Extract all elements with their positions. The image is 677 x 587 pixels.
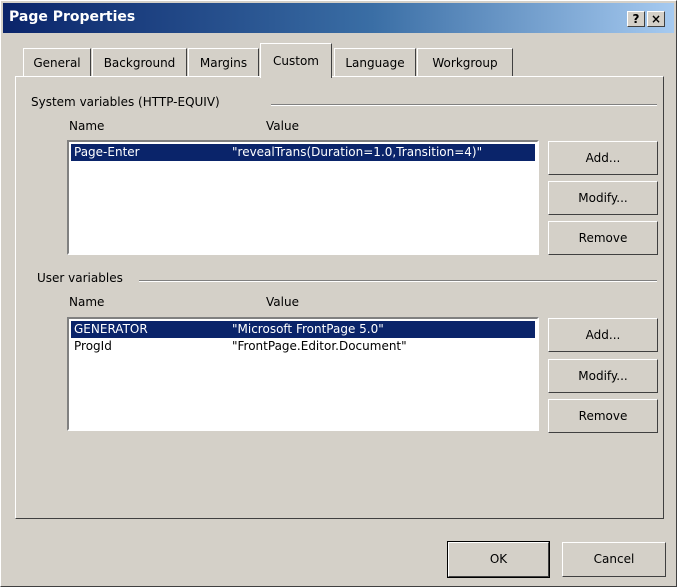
tab-background[interactable]: Background [92, 48, 187, 76]
list-item[interactable]: ProgId "FrontPage.Editor.Document" [71, 338, 535, 355]
system-add-button[interactable]: Add... [548, 141, 658, 175]
system-modify-button[interactable]: Modify... [548, 181, 658, 215]
user-var-value: "Microsoft FrontPage 5.0" [232, 322, 384, 336]
user-modify-button[interactable]: Modify... [548, 359, 658, 393]
separator-user [139, 280, 657, 282]
system-vars-list[interactable]: Page-Enter "revealTrans(Duration=1.0,Tra… [67, 140, 539, 255]
tab-workgroup[interactable]: Workgroup [417, 48, 513, 76]
system-remove-button[interactable]: Remove [548, 221, 658, 255]
user-col-value-header: Value [266, 295, 299, 309]
user-var-value: "FrontPage.Editor.Document" [232, 339, 407, 353]
user-remove-button[interactable]: Remove [548, 399, 658, 433]
cancel-button[interactable]: Cancel [562, 542, 666, 577]
help-button[interactable]: ? [627, 11, 645, 27]
tab-margins[interactable]: Margins [188, 48, 259, 76]
title-bar[interactable]: Page Properties ? × [3, 3, 674, 33]
system-vars-group-label: System variables (HTTP-EQUIV) [31, 95, 226, 109]
user-col-name-header: Name [69, 295, 105, 309]
ok-button[interactable]: OK [447, 541, 550, 578]
user-var-name: GENERATOR [74, 322, 148, 336]
close-button[interactable]: × [647, 11, 665, 27]
user-vars-group-label: User variables [37, 271, 129, 285]
tab-custom[interactable]: Custom [260, 43, 332, 78]
system-col-value-header: Value [266, 119, 299, 133]
system-var-name: Page-Enter [74, 145, 140, 159]
system-col-name-header: Name [69, 119, 105, 133]
user-var-name: ProgId [74, 339, 112, 353]
tab-language[interactable]: Language [334, 48, 416, 76]
page-properties-dialog: Page Properties ? × General Background M… [0, 0, 677, 587]
tab-general[interactable]: General [23, 48, 91, 76]
user-add-button[interactable]: Add... [548, 318, 658, 352]
list-item[interactable]: Page-Enter "revealTrans(Duration=1.0,Tra… [71, 144, 535, 161]
separator-system [271, 104, 657, 106]
list-item[interactable]: GENERATOR "Microsoft FrontPage 5.0" [71, 321, 535, 338]
system-var-value: "revealTrans(Duration=1.0,Transition=4)" [232, 145, 483, 159]
user-vars-list[interactable]: GENERATOR "Microsoft FrontPage 5.0" Prog… [67, 317, 539, 431]
window-title: Page Properties [9, 9, 136, 25]
